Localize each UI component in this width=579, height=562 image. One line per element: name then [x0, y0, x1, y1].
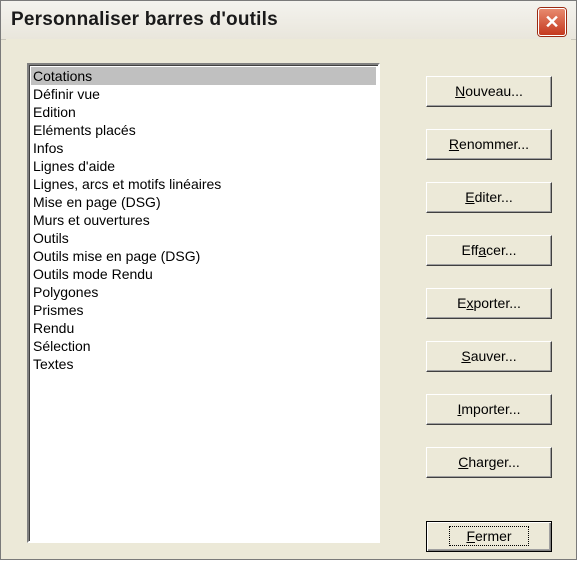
list-item[interactable]: Lignes, arcs et motifs linéaires: [31, 175, 376, 193]
renommer-button[interactable]: Renommer...: [426, 129, 552, 160]
list-item[interactable]: Polygones: [31, 283, 376, 301]
customize-toolbars-dialog: Personnaliser barres d'outils ✕ Cotation…: [0, 0, 577, 560]
list-item[interactable]: Rendu: [31, 319, 376, 337]
effacer-button[interactable]: Effacer...: [426, 235, 552, 266]
toolbar-list: Cotations Définir vue Edition Eléments plac…: [29, 65, 378, 375]
editer-button[interactable]: Editer...: [426, 182, 552, 213]
dialog-title: Personnaliser barres d'outils: [11, 9, 278, 30]
nouveau-button[interactable]: Nouveau...: [426, 76, 552, 107]
list-item[interactable]: Définir vue: [31, 85, 376, 103]
importer-button[interactable]: Importer...: [426, 394, 552, 425]
list-item[interactable]: Edition: [31, 103, 376, 121]
charger-button[interactable]: Charger...: [426, 447, 552, 478]
exporter-button[interactable]: Exporter...: [426, 288, 552, 319]
list-item[interactable]: Murs et ouvertures: [31, 211, 376, 229]
list-item[interactable]: Outils mode Rendu: [31, 265, 376, 283]
list-item[interactable]: Prismes: [31, 301, 376, 319]
list-item[interactable]: Outils: [31, 229, 376, 247]
list-item[interactable]: Sélection: [31, 337, 376, 355]
list-item[interactable]: Infos: [31, 139, 376, 157]
list-item[interactable]: Mise en page (DSG): [31, 193, 376, 211]
sauver-button[interactable]: Sauver...: [426, 341, 552, 372]
fermer-button[interactable]: Fermer: [426, 521, 552, 552]
focus-rectangle: Fermer: [449, 526, 529, 546]
list-item[interactable]: Textes: [31, 355, 376, 373]
list-item[interactable]: Outils mise en page (DSG): [31, 247, 376, 265]
list-item[interactable]: Cotations: [31, 67, 376, 85]
list-item[interactable]: Lignes d'aide: [31, 157, 376, 175]
dialog-body: Cotations Définir vue Edition Eléments plac…: [6, 39, 571, 554]
title-bar[interactable]: Personnaliser barres d'outils ✕: [1, 1, 576, 40]
list-item[interactable]: Eléments placés: [31, 121, 376, 139]
close-button[interactable]: ✕: [538, 8, 566, 36]
toolbar-listbox[interactable]: Cotations Définir vue Edition Eléments plac…: [27, 63, 380, 543]
